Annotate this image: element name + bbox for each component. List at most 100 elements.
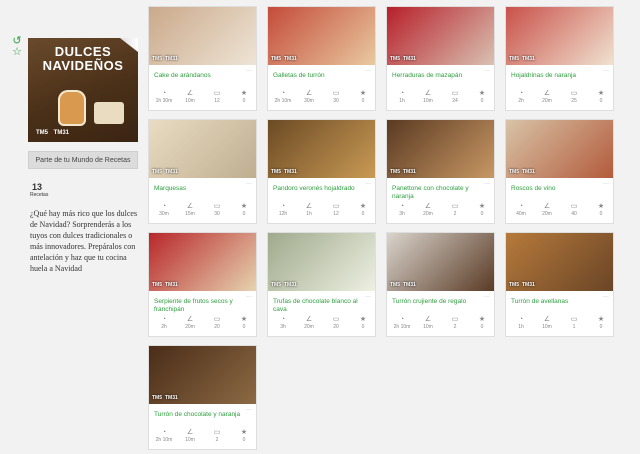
meta-servings: ▭ 2: [444, 202, 466, 218]
badge-tm5: TM5: [509, 56, 519, 62]
recipe-meta: ◔ 2h 10m ∠ 10m ▭ 2 ★ 0: [149, 428, 256, 448]
recipe-title[interactable]: Turrón de chocolate y naranja: [154, 411, 252, 419]
meta-prep-time-value: 20m: [542, 211, 552, 217]
meta-prep-time: ∠ 20m: [179, 315, 201, 331]
recipe-title[interactable]: Herraduras de mazapán: [392, 72, 490, 80]
meta-total-time: ◔ 2h: [153, 315, 175, 331]
collection-cover[interactable]: DULCES NAVIDEÑOS TM5 TM31: [28, 38, 138, 142]
recipe-card[interactable]: TM5 TM31 ··· Turrón crujiente de regalo ◔ 2h …: [386, 232, 495, 337]
rating-icon: ★: [240, 316, 248, 323]
meta-servings-value: 25: [571, 98, 577, 104]
recipe-title[interactable]: Serpiente de frutos secos y franchipán: [154, 298, 252, 314]
meta-prep-time: ∠ 1h: [298, 202, 320, 218]
badge-tm31: TM31: [165, 282, 178, 288]
recipe-card[interactable]: TM5 TM31 ··· Pandoro veronés hojaldrado ◔ 12h…: [267, 119, 376, 224]
recipe-image[interactable]: TM5 TM31: [506, 233, 613, 291]
meta-rating: ★ 0: [590, 315, 612, 331]
meta-servings-value: 2: [215, 437, 219, 443]
recipe-title[interactable]: Panettone con chocolate y naranja: [392, 185, 490, 201]
meta-total-time-value: 1h: [399, 98, 405, 104]
recipe-meta: ◔ 2h 10m ∠ 10m ▭ 2 ★ 0: [387, 315, 494, 335]
badge-tm5: TM5: [271, 169, 281, 175]
difficulty-icon: ∠: [305, 203, 313, 210]
recipe-card[interactable]: TM5 TM31 ··· Hojaldrinas de naranja ◔ 2h ∠ 20m ▭…: [505, 6, 614, 111]
recipe-badges: TM5 TM31: [271, 56, 300, 62]
meta-prep-time-value: 10m: [185, 437, 195, 443]
cover-title-line1: DULCES: [54, 44, 112, 59]
meta-total-time-value: 40m: [516, 211, 526, 217]
recipe-card[interactable]: TM5 TM31 ··· Turrón de chocolate y naranja ◔…: [148, 345, 257, 450]
star-icon[interactable]: ☆: [10, 47, 24, 58]
recipe-card[interactable]: TM5 TM31 ··· Marquesas ◔ 30m ∠ 15m ▭ 30 ★ 0: [148, 119, 257, 224]
badge-tm31: TM31: [522, 169, 535, 175]
recipe-count-label: Recetas: [30, 192, 49, 198]
recipe-image[interactable]: TM5 TM31: [149, 233, 256, 291]
servings-icon: ▭: [213, 316, 221, 323]
meta-servings: ▭ 25: [563, 89, 585, 105]
servings-icon: ▭: [213, 90, 221, 97]
time-icon: ◔: [399, 203, 405, 210]
meta-rating-value: 0: [361, 98, 365, 104]
meta-total-time: ◔ 30m: [153, 202, 175, 218]
recipe-image[interactable]: TM5 TM31: [506, 7, 613, 65]
time-icon: ◔: [518, 203, 524, 210]
recipe-title[interactable]: Trufas de chocolate blanco al cava: [273, 298, 371, 314]
servings-icon: ▭: [570, 316, 578, 323]
part-of-button[interactable]: Parte de tu Mundo de Recetas: [28, 151, 138, 169]
recipe-title[interactable]: Turrón crujiente de regalo: [392, 298, 490, 306]
recipe-image[interactable]: TM5 TM31: [149, 346, 256, 404]
recipe-title[interactable]: Marquesas: [154, 185, 252, 193]
meta-prep-time: ∠ 15m: [179, 202, 201, 218]
meta-prep-time-value: 10m: [542, 324, 552, 330]
badge-tm5: TM5: [390, 282, 400, 288]
meta-prep-time: ∠ 10m: [179, 428, 201, 444]
meta-rating-value: 0: [480, 324, 484, 330]
meta-rating: ★ 0: [233, 202, 255, 218]
recipe-title[interactable]: Galletas de turrón: [273, 72, 371, 80]
recipe-image[interactable]: TM5 TM31: [268, 120, 375, 178]
meta-rating: ★ 0: [471, 202, 493, 218]
recipe-title[interactable]: Cake de arándanos: [154, 72, 252, 80]
difficulty-icon: ∠: [305, 90, 313, 97]
recipe-card[interactable]: TM5 TM31 ··· Herraduras de mazapán ◔ 1h ∠ 10m ▭ 2…: [386, 6, 495, 111]
recipe-badges: TM5 TM31: [152, 169, 181, 175]
recipe-card[interactable]: TM5 TM31 ··· Serpiente de frutos secos y fr…: [148, 232, 257, 337]
badge-tm5: TM5: [390, 169, 400, 175]
meta-total-time-value: 1h 30m: [155, 98, 173, 104]
recipe-image[interactable]: TM5 TM31: [387, 120, 494, 178]
meta-prep-time-value: 10m: [423, 324, 433, 330]
meta-servings-value: 2: [453, 324, 457, 330]
meta-total-time-value: 2h 10m: [155, 437, 173, 443]
meta-servings: ▭ 1: [563, 315, 585, 331]
meta-prep-time: ∠ 20m: [536, 89, 558, 105]
difficulty-icon: ∠: [543, 203, 551, 210]
recipe-badges: TM5 TM31: [152, 56, 181, 62]
recipe-image[interactable]: TM5 TM31: [268, 7, 375, 65]
recipe-title[interactable]: Turrón de avellanas: [511, 298, 609, 306]
difficulty-icon: ∠: [305, 316, 313, 323]
meta-total-time-value: 30m: [159, 211, 169, 217]
recipe-card[interactable]: TM5 TM31 ··· Trufas de chocolate blanco al …: [267, 232, 376, 337]
recipe-card[interactable]: TM5 TM31 ··· Panettone con chocolate y nara…: [386, 119, 495, 224]
recipe-image[interactable]: TM5 TM31: [387, 233, 494, 291]
recipe-title[interactable]: Pandoro veronés hojaldrado: [273, 185, 371, 193]
recipe-image[interactable]: TM5 TM31: [149, 7, 256, 65]
recipe-card[interactable]: TM5 TM31 ··· Roscos de vino ◔ 40m ∠ 20m ▭ 40 ★ 0: [505, 119, 614, 224]
recipe-card[interactable]: TM5 TM31 ··· Cake de arándanos ◔ 1h 30m ∠ 10m ▭ 1…: [148, 6, 257, 111]
recipe-image[interactable]: TM5 TM31: [387, 7, 494, 65]
meta-servings: ▭ 30: [206, 202, 228, 218]
servings-icon: ▭: [451, 316, 459, 323]
recipe-count: 13 Recetas: [30, 182, 48, 198]
recipe-image[interactable]: TM5 TM31: [268, 233, 375, 291]
recipe-title[interactable]: Roscos de vino: [511, 185, 609, 193]
recipe-card[interactable]: TM5 TM31 ··· Galletas de turrón ◔ 2h 10m ∠ 30m ▭…: [267, 6, 376, 111]
recipe-meta: ◔ 2h ∠ 20m ▭ 20 ★ 0: [149, 315, 256, 335]
recipe-image[interactable]: TM5 TM31: [149, 120, 256, 178]
badge-tm31: TM31: [165, 56, 178, 62]
servings-icon: ▭: [570, 203, 578, 210]
meta-rating: ★ 0: [471, 89, 493, 105]
recipe-image[interactable]: TM5 TM31: [506, 120, 613, 178]
recipe-card[interactable]: TM5 TM31 ··· Turrón de avellanas ◔ 1h ∠ 10m ▭ 1 ★ 0: [505, 232, 614, 337]
badge-tm5: TM5: [152, 169, 162, 175]
recipe-title[interactable]: Hojaldrinas de naranja: [511, 72, 609, 80]
